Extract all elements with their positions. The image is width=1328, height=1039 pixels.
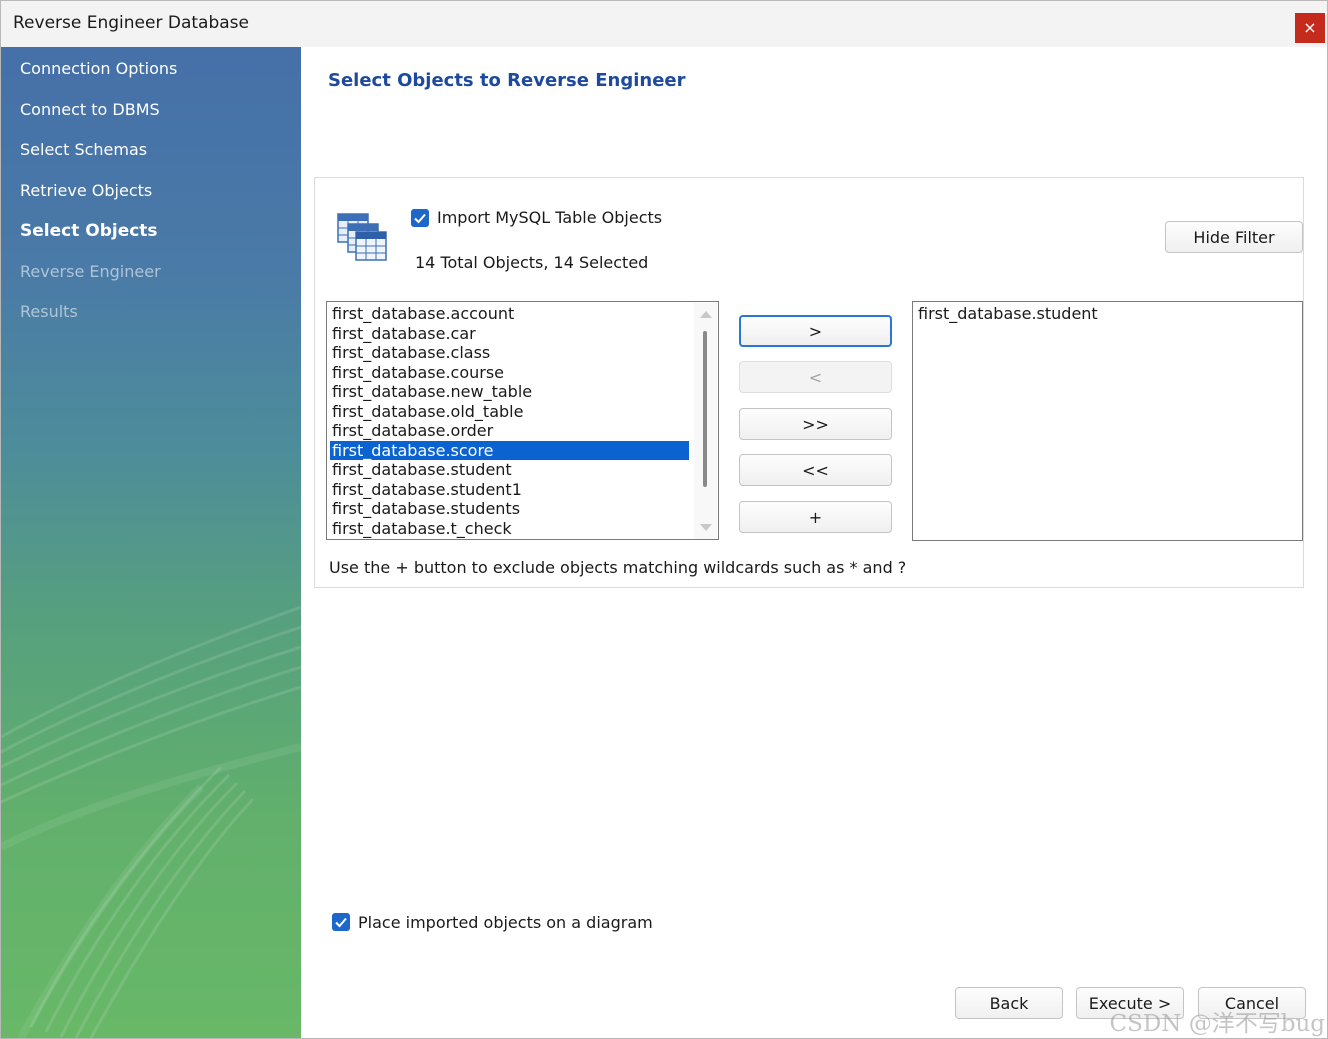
main-content: Select Objects to Reverse Engineer Impor…: [301, 47, 1327, 1038]
place-on-diagram-checkbox[interactable]: [332, 913, 350, 931]
list-item[interactable]: first_database.order: [330, 421, 493, 440]
list-item[interactable]: first_database.student: [330, 460, 512, 479]
list-item[interactable]: first_database.student: [916, 304, 1098, 323]
step-results: Results: [20, 302, 78, 321]
objects-summary: 14 Total Objects, 14 Selected: [415, 253, 649, 272]
list-item[interactable]: first_database.car: [330, 324, 476, 343]
scroll-up-icon[interactable]: [700, 311, 712, 318]
list-item[interactable]: first_database.class: [330, 343, 490, 362]
list-item-selected[interactable]: first_database.score: [330, 440, 689, 460]
list-scrollbar[interactable]: [694, 303, 717, 539]
window-title: Reverse Engineer Database: [13, 13, 249, 33]
table-objects-icon: [337, 213, 387, 261]
excluded-objects-list[interactable]: first_database.student: [912, 301, 1303, 541]
back-button[interactable]: Back: [955, 987, 1063, 1019]
available-objects-list[interactable]: first_database.account first_database.ca…: [326, 301, 719, 540]
step-reverse-engineer: Reverse Engineer: [20, 262, 161, 281]
wildcard-hint: Use the + button to exclude objects matc…: [329, 558, 907, 577]
move-all-right-button[interactable]: >>: [739, 408, 892, 440]
import-table-objects-label[interactable]: Import MySQL Table Objects: [437, 208, 662, 227]
move-all-left-button[interactable]: <<: [739, 454, 892, 486]
reverse-engineer-dialog: Reverse Engineer Database × Connection O…: [0, 0, 1328, 1039]
hide-filter-button[interactable]: Hide Filter: [1165, 221, 1303, 253]
close-button[interactable]: ×: [1295, 13, 1325, 43]
scroll-thumb[interactable]: [703, 331, 707, 487]
list-item[interactable]: first_database.course: [330, 363, 504, 382]
list-item[interactable]: first_database.new_table: [330, 382, 532, 401]
checkmark-icon: [335, 917, 347, 928]
import-table-objects-checkbox[interactable]: [411, 209, 429, 227]
step-retrieve-objects: Retrieve Objects: [20, 181, 153, 200]
list-item[interactable]: first_database.old_table: [330, 402, 523, 421]
title-bar: Reverse Engineer Database ×: [1, 1, 1327, 48]
move-left-button[interactable]: <: [739, 361, 892, 393]
page-title: Select Objects to Reverse Engineer: [328, 70, 686, 91]
scroll-down-icon[interactable]: [700, 524, 712, 531]
checkmark-icon: [414, 213, 426, 224]
list-item[interactable]: first_database.student1: [330, 480, 522, 499]
close-icon: ×: [1303, 18, 1317, 37]
move-right-button[interactable]: >: [739, 315, 892, 347]
list-item[interactable]: first_database.students: [330, 499, 520, 518]
wizard-steps-sidebar: Connection Options Connect to DBMS Selec…: [1, 47, 301, 1038]
step-select-objects: Select Objects: [20, 221, 158, 241]
step-select-schemas: Select Schemas: [20, 140, 148, 159]
step-connection-options: Connection Options: [20, 59, 178, 78]
list-item[interactable]: first_database.t_check: [330, 519, 512, 538]
mysql-table-objects-panel: Import MySQL Table Objects 14 Total Obje…: [314, 177, 1304, 588]
list-item[interactable]: first_database.account: [330, 304, 514, 323]
step-connect-to-dbms: Connect to DBMS: [20, 100, 160, 119]
csdn-watermark: CSDN @洋不写bug: [1109, 1011, 1326, 1037]
add-wildcard-button[interactable]: +: [739, 501, 892, 533]
place-on-diagram-label[interactable]: Place imported objects on a diagram: [358, 913, 653, 932]
